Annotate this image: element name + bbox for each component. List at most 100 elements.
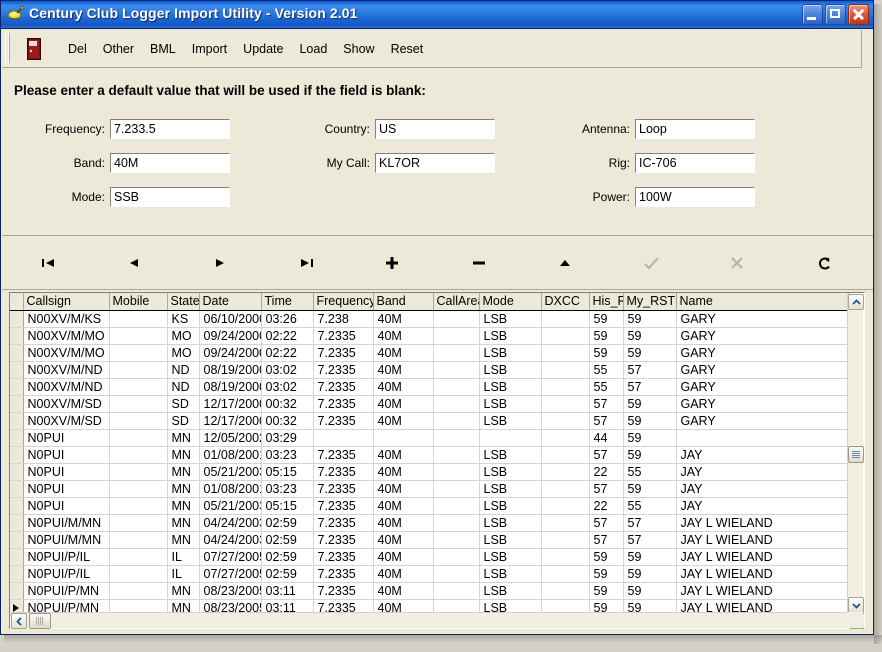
cell-dxcc[interactable] — [541, 310, 589, 327]
cell-callsign[interactable]: N00XV/M/ND — [23, 361, 109, 378]
table-row[interactable]: N0PUIMN01/08/200103:237.233540MLSB5759JA… — [10, 446, 848, 463]
column-header-my-rst[interactable]: My_RST — [623, 293, 676, 310]
cell-mobile[interactable] — [109, 395, 167, 412]
cell-state[interactable]: MO — [167, 327, 199, 344]
cell-mobile[interactable] — [109, 480, 167, 497]
cell-his-rst[interactable]: 59 — [589, 582, 623, 599]
row-indicator-cell[interactable] — [10, 395, 23, 412]
close-button[interactable] — [848, 4, 869, 25]
cell-his-rst[interactable]: 22 — [589, 463, 623, 480]
cell-mode[interactable]: LSB — [479, 344, 541, 361]
cell-state[interactable]: MO — [167, 344, 199, 361]
cell-dxcc[interactable] — [541, 344, 589, 361]
column-header-time[interactable]: Time — [261, 293, 313, 310]
cell-his-rst[interactable]: 55 — [589, 378, 623, 395]
scroll-down-button[interactable] — [848, 597, 864, 613]
cell-callsign[interactable]: N0PUI — [23, 429, 109, 446]
cell-state[interactable]: KS — [167, 310, 199, 327]
cell-date[interactable]: 05/21/2003 — [199, 463, 261, 480]
cell-callsign[interactable]: N00XV/M/MO — [23, 327, 109, 344]
cell-name[interactable]: JAY — [676, 497, 848, 514]
cell-time[interactable]: 05:15 — [261, 463, 313, 480]
title-bar[interactable]: Century Club Logger Import Utility - Ver… — [1, 1, 873, 29]
row-indicator-cell[interactable] — [10, 497, 23, 514]
menu-item-bml[interactable]: BML — [142, 39, 184, 59]
cell-state[interactable]: MN — [167, 531, 199, 548]
cell-state[interactable]: SD — [167, 412, 199, 429]
cell-name[interactable]: JAY — [676, 446, 848, 463]
cell-mode[interactable]: LSB — [479, 310, 541, 327]
cell-his-rst[interactable]: 55 — [589, 361, 623, 378]
cell-mobile[interactable] — [109, 548, 167, 565]
cell-my-rst[interactable]: 57 — [623, 361, 676, 378]
cell-his-rst[interactable]: 59 — [589, 548, 623, 565]
cell-state[interactable]: ND — [167, 361, 199, 378]
cell-frequency[interactable]: 7.238 — [313, 310, 373, 327]
cell-mode[interactable]: LSB — [479, 514, 541, 531]
cell-date[interactable]: 04/24/2003 — [199, 531, 261, 548]
cell-mobile[interactable] — [109, 378, 167, 395]
cell-name[interactable]: JAY L WIELAND — [676, 565, 848, 582]
cell-dxcc[interactable] — [541, 565, 589, 582]
cell-mode[interactable]: LSB — [479, 395, 541, 412]
row-indicator-cell[interactable] — [10, 531, 23, 548]
cell-dxcc[interactable] — [541, 582, 589, 599]
cell-frequency[interactable]: 7.2335 — [313, 412, 373, 429]
cell-callarea[interactable] — [433, 582, 479, 599]
cell-callsign[interactable]: N00XV/M/ND — [23, 378, 109, 395]
cell-my-rst[interactable]: 57 — [623, 531, 676, 548]
menu-item-show[interactable]: Show — [335, 39, 382, 59]
cell-callsign[interactable]: N0PUI — [23, 480, 109, 497]
cell-state[interactable]: MN — [167, 463, 199, 480]
cell-callarea[interactable] — [433, 395, 479, 412]
cell-callarea[interactable] — [433, 344, 479, 361]
cell-mode[interactable]: LSB — [479, 327, 541, 344]
cell-callsign[interactable]: N0PUI/M/MN — [23, 514, 109, 531]
cell-callarea[interactable] — [433, 497, 479, 514]
cell-callsign[interactable]: N0PUI — [23, 446, 109, 463]
cell-time[interactable]: 03:29 — [261, 429, 313, 446]
cell-mobile[interactable] — [109, 463, 167, 480]
cell-mode[interactable] — [479, 429, 541, 446]
cell-date[interactable]: 09/24/2000 — [199, 344, 261, 361]
cell-callsign[interactable]: N0PUI/P/IL — [23, 565, 109, 582]
cell-callsign[interactable]: N0PUI/P/IL — [23, 548, 109, 565]
cell-dxcc[interactable] — [541, 378, 589, 395]
cell-mobile[interactable] — [109, 429, 167, 446]
cell-date[interactable]: 08/23/2005 — [199, 582, 261, 599]
column-header-mobile[interactable]: Mobile — [109, 293, 167, 310]
cell-callarea[interactable] — [433, 378, 479, 395]
cell-date[interactable]: 07/27/2005 — [199, 565, 261, 582]
cell-my-rst[interactable]: 59 — [623, 412, 676, 429]
country-input[interactable] — [375, 119, 495, 139]
cell-dxcc[interactable] — [541, 514, 589, 531]
cell-callarea[interactable] — [433, 412, 479, 429]
cell-mode[interactable]: LSB — [479, 480, 541, 497]
cell-date[interactable]: 04/24/2003 — [199, 514, 261, 531]
mode-input[interactable] — [110, 187, 230, 207]
row-indicator-cell[interactable] — [10, 582, 23, 599]
cell-band[interactable]: 40M — [373, 582, 433, 599]
cell-my-rst[interactable]: 59 — [623, 429, 676, 446]
cell-time[interactable]: 03:23 — [261, 446, 313, 463]
cell-state[interactable]: IL — [167, 548, 199, 565]
cell-name[interactable]: GARY — [676, 310, 848, 327]
cell-state[interactable]: IL — [167, 565, 199, 582]
cell-time[interactable]: 03:11 — [261, 582, 313, 599]
cell-state[interactable]: ND — [167, 378, 199, 395]
cell-my-rst[interactable]: 59 — [623, 327, 676, 344]
band-input[interactable] — [110, 153, 230, 173]
column-header-date[interactable]: Date — [199, 293, 261, 310]
vertical-scroll-thumb[interactable] — [848, 446, 864, 463]
cell-band[interactable]: 40M — [373, 310, 433, 327]
cell-dxcc[interactable] — [541, 361, 589, 378]
cell-time[interactable]: 02:59 — [261, 531, 313, 548]
table-row[interactable]: N0PUI/M/MNMN04/24/200302:597.233540MLSB5… — [10, 531, 848, 548]
cell-his-rst[interactable]: 59 — [589, 344, 623, 361]
cell-callarea[interactable] — [433, 310, 479, 327]
cell-frequency[interactable]: 7.2335 — [313, 361, 373, 378]
cell-name[interactable]: JAY L WIELAND — [676, 514, 848, 531]
power-input[interactable] — [635, 187, 755, 207]
cell-mobile[interactable] — [109, 531, 167, 548]
cell-date[interactable]: 09/24/2000 — [199, 327, 261, 344]
